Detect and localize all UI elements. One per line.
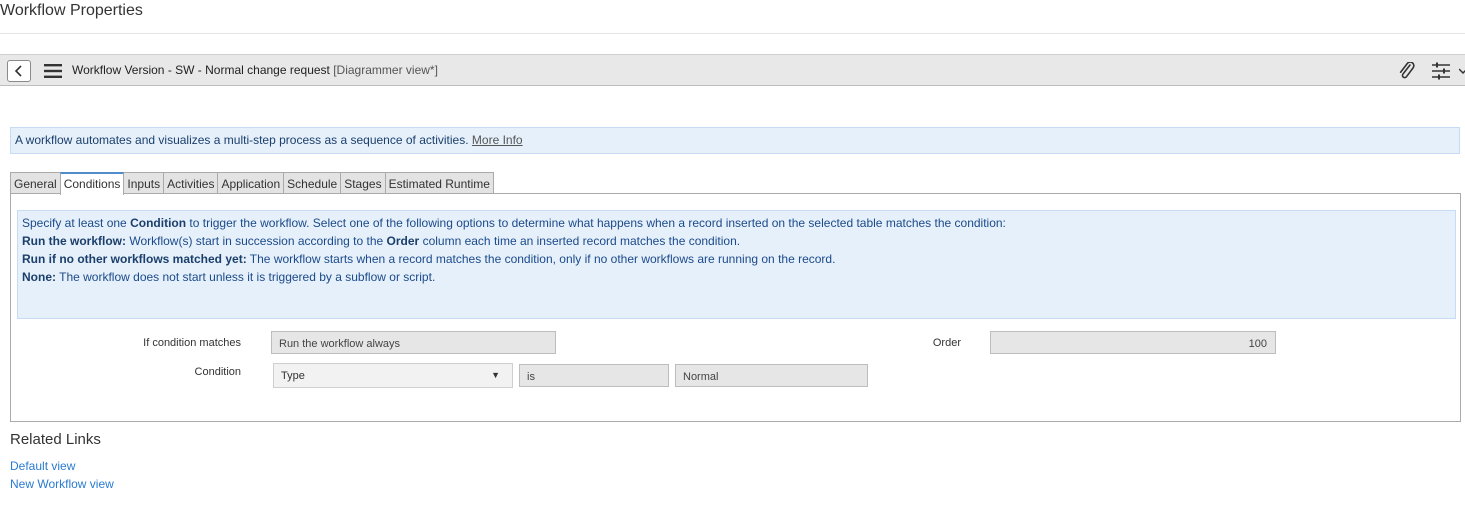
help-text: The workflow starts when a record matche… [246,252,836,266]
caret-down-icon[interactable] [1459,62,1465,80]
tab-inputs[interactable]: Inputs [123,172,165,194]
conditions-panel: Specify at least one Condition to trigge… [10,193,1461,422]
help-line-1: Specify at least one Condition to trigge… [22,214,1455,232]
page-title: Workflow Properties [0,2,143,19]
new-workflow-view-link[interactable]: New Workflow view [10,477,114,491]
chevron-left-icon [14,65,22,77]
tab-stages[interactable]: Stages [340,172,386,194]
record-header-bar: Workflow Version - SW - Normal change re… [0,54,1465,86]
condition-field-value: Type [281,370,305,382]
help-line-2: Run the workflow: Workflow(s) start in s… [22,232,1455,250]
tab-application[interactable]: Application [217,172,285,194]
conditions-help-box: Specify at least one Condition to trigge… [17,210,1456,319]
help-line-4: None: The workflow does not start unless… [22,268,1455,286]
title-divider [0,33,1465,34]
if-condition-label: If condition matches [143,337,241,349]
tab-general[interactable]: General [10,172,61,194]
hamburger-menu-icon[interactable] [44,64,62,78]
record-title: Workflow Version - SW - Normal change re… [72,63,438,77]
condition-value-field[interactable]: Normal [675,364,868,387]
back-button[interactable] [7,60,31,82]
help-bold: Run if no other workflows matched yet: [22,252,247,266]
condition-field-select[interactable]: Type ▼ [273,363,513,388]
tab-estimated-runtime[interactable]: Estimated Runtime [384,172,494,194]
info-text: A workflow automates and visualizes a mu… [15,133,469,147]
help-text: Workflow(s) start in succession accordin… [126,234,387,248]
help-bold: Order [386,234,420,248]
view-label: [Diagrammer view*] [333,63,438,77]
help-text: Specify at least one [22,216,131,230]
paperclip-icon[interactable] [1397,62,1417,80]
help-bold: Condition [130,216,187,230]
info-message: A workflow automates and visualizes a mu… [10,127,1460,154]
tab-schedule[interactable]: Schedule [283,172,342,194]
tab-conditions[interactable]: Conditions [59,172,125,195]
help-bold: Run the workflow: [22,234,126,248]
caret-down-icon: ▼ [491,370,500,380]
form-tabs: General Conditions Inputs Activities App… [10,172,494,195]
help-bold: None: [22,270,56,284]
if-condition-field[interactable]: Run the workflow always [271,331,556,354]
help-line-3: Run if no other workflows matched yet: T… [22,250,1455,268]
sliders-icon[interactable] [1431,62,1451,80]
record-name: Workflow Version - SW - Normal change re… [72,63,330,77]
related-links-title: Related Links [10,431,101,448]
tab-activities[interactable]: Activities [163,172,219,194]
help-text: The workflow does not start unless it is… [56,270,436,284]
condition-operator-field[interactable]: is [519,364,669,387]
condition-label: Condition [194,366,241,378]
default-view-link[interactable]: Default view [10,459,75,473]
help-text: to trigger the workflow. Select one of t… [186,216,1006,230]
more-info-link[interactable]: More Info [472,133,523,147]
help-text: column each time an inserted record matc… [419,234,741,248]
order-label: Order [932,337,961,349]
order-field[interactable]: 100 [990,331,1276,354]
